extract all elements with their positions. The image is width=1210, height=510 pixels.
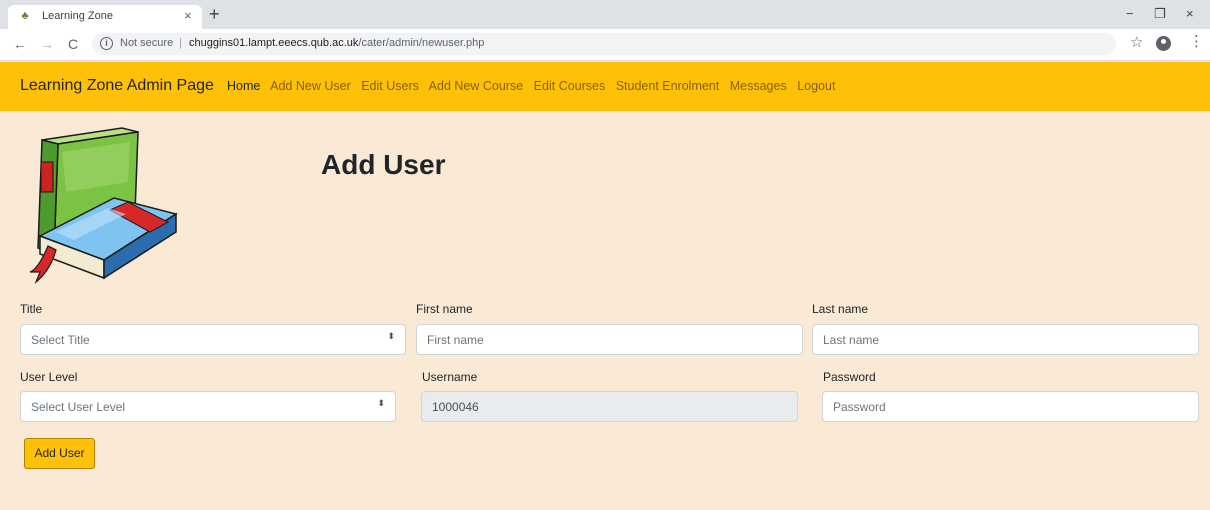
password-label: Password	[823, 370, 876, 384]
url-text[interactable]: chuggins01.lampt.eeecs.qub.ac.uk/cater/a…	[189, 37, 484, 49]
favicon-icon: ♣	[21, 10, 29, 22]
browser-tab[interactable]: ♣ Learning Zone ×	[8, 5, 202, 29]
first-name-placeholder: First name	[427, 333, 484, 347]
last-name-label: Last name	[812, 302, 869, 316]
username-field: 1000046	[421, 391, 798, 422]
select-caret-icon: ⬍	[377, 398, 385, 408]
password-field[interactable]: Password	[822, 391, 1199, 422]
address-bar: ← → C i Not secure | chuggins01.lampt.ee…	[0, 29, 1210, 61]
url-separator: |	[179, 37, 182, 49]
password-placeholder: Password	[833, 400, 886, 414]
title-select[interactable]: Select Title ⬍	[20, 324, 406, 355]
nav-link-add-new-course[interactable]: Add New Course	[429, 79, 524, 93]
security-label[interactable]: Not secure	[120, 37, 173, 49]
books-logo-icon	[29, 127, 178, 284]
title-select-value: Select Title	[31, 333, 90, 347]
reload-icon[interactable]: C	[68, 36, 78, 52]
bookmark-star-icon[interactable]: ☆	[1130, 35, 1143, 51]
first-name-field[interactable]: First name	[416, 324, 803, 355]
username-label: Username	[422, 370, 478, 384]
navbar-brand[interactable]: Learning Zone Admin Page	[20, 77, 214, 95]
nav-link-add-new-user[interactable]: Add New User	[270, 79, 351, 93]
last-name-placeholder: Last name	[823, 333, 880, 347]
site-navbar: Learning Zone Admin Page Home Add New Us…	[0, 62, 1210, 111]
nav-link-edit-users[interactable]: Edit Users	[361, 79, 419, 93]
back-arrow-icon[interactable]: ←	[13, 36, 27, 52]
maximize-icon[interactable]: ❐	[1154, 6, 1166, 22]
nav-link-logout[interactable]: Logout	[797, 79, 835, 93]
user-level-label: User Level	[20, 370, 78, 384]
nav-link-messages[interactable]: Messages	[730, 79, 787, 93]
url-host: chuggins01.lampt.eeecs.qub.ac.uk	[189, 37, 359, 49]
page-title: Add User	[321, 149, 446, 180]
nav-link-home[interactable]: Home	[227, 79, 260, 93]
window-close-icon[interactable]: ×	[1186, 6, 1194, 22]
last-name-field[interactable]: Last name	[812, 324, 1199, 355]
url-path: /cater/admin/newuser.php	[358, 37, 485, 49]
tab-close-icon[interactable]: ×	[184, 8, 192, 24]
title-label: Title	[20, 302, 43, 316]
browser-tab-bar: ♣ Learning Zone × + − ❐ ×	[0, 0, 1210, 29]
select-caret-icon: ⬍	[387, 331, 395, 341]
account-icon[interactable]	[1156, 36, 1171, 51]
tab-title: Learning Zone	[42, 10, 113, 22]
nav-link-student-enrolment[interactable]: Student Enrolment	[616, 79, 720, 93]
add-user-button[interactable]: Add User	[24, 438, 95, 469]
minimize-icon[interactable]: −	[1126, 6, 1134, 22]
url-field[interactable]: i Not secure | chuggins01.lampt.eeecs.qu…	[92, 33, 1116, 55]
nav-links: Home Add New User Edit Users Add New Cou…	[227, 79, 842, 93]
first-name-label: First name	[416, 302, 473, 316]
user-level-select[interactable]: Select User Level ⬍	[20, 391, 396, 422]
username-value: 1000046	[432, 400, 479, 414]
menu-icon[interactable]: ⋮	[1189, 34, 1204, 50]
user-level-select-value: Select User Level	[31, 400, 126, 414]
forward-arrow-icon[interactable]: →	[40, 36, 54, 52]
info-icon[interactable]: i	[100, 37, 113, 50]
new-tab-icon[interactable]: +	[209, 5, 220, 23]
nav-link-edit-courses[interactable]: Edit Courses	[534, 79, 606, 93]
